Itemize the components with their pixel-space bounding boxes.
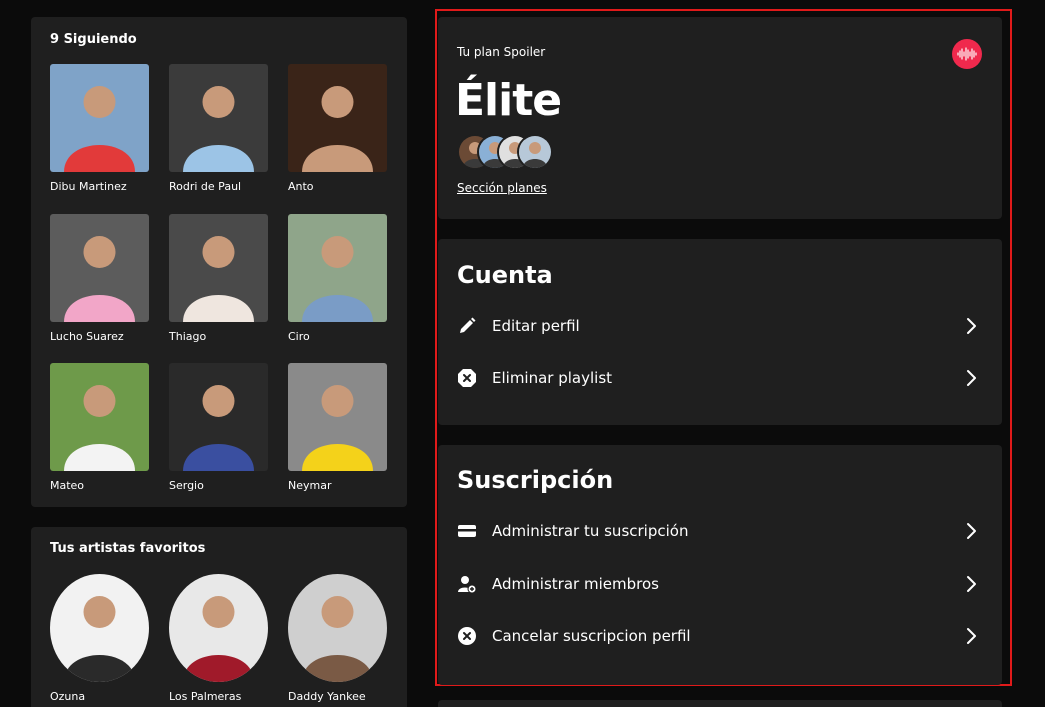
plan-label: Tu plan Spoiler (457, 45, 546, 59)
manage-members-row[interactable]: Administrar miembros (438, 564, 1002, 604)
profile-photo (288, 214, 387, 322)
chevron-right-icon (967, 318, 976, 334)
plan-card: Tu plan Spoiler Élite Sección planes (438, 17, 1002, 219)
following-card: 9 Siguiendo Dibu Martinez Rodri de Paul … (31, 17, 407, 507)
chevron-right-icon (967, 523, 976, 539)
following-item[interactable]: Thiago (169, 214, 268, 343)
artist-item[interactable]: Los Palmeras (169, 574, 268, 703)
following-name: Neymar (288, 479, 332, 492)
close-circle-icon (457, 626, 477, 646)
account-title: Cuenta (457, 261, 553, 289)
artist-photo (50, 574, 149, 682)
following-name: Sergio (169, 479, 204, 492)
delete-playlist-label: Eliminar playlist (492, 369, 613, 387)
favorite-artists-title: Tus artistas favoritos (50, 541, 206, 556)
plans-section-link[interactable]: Sección planes (457, 181, 547, 195)
edit-profile-row[interactable]: Editar perfil (438, 306, 1002, 346)
artist-photo (288, 574, 387, 682)
artist-name: Los Palmeras (169, 690, 242, 703)
chevron-right-icon (967, 628, 976, 644)
following-item[interactable]: Anto (288, 64, 387, 193)
favorite-artists-card: Tus artistas favoritos Ozuna Los Palmera… (31, 527, 407, 707)
artist-item[interactable]: Ozuna (50, 574, 149, 703)
artist-item[interactable]: Daddy Yankee (288, 574, 387, 703)
following-name: Ciro (288, 330, 310, 343)
following-name: Rodri de Paul (169, 180, 242, 193)
add-user-icon (457, 574, 477, 594)
plan-name: Élite (455, 75, 562, 126)
artist-photo (169, 574, 268, 682)
delete-playlist-row[interactable]: Eliminar playlist (438, 358, 1002, 398)
following-item[interactable]: Rodri de Paul (169, 64, 268, 193)
following-item[interactable]: Neymar (288, 363, 387, 492)
following-name: Mateo (50, 479, 85, 492)
cancel-subscription-row[interactable]: Cancelar suscripcion perfil (438, 616, 1002, 656)
close-octagon-icon (457, 368, 477, 388)
manage-subscription-row[interactable]: Administrar tu suscripción (438, 511, 1002, 551)
following-item[interactable]: Sergio (169, 363, 268, 492)
account-card: Cuenta Editar perfil Eliminar playlist (438, 239, 1002, 425)
following-name: Anto (288, 180, 314, 193)
following-name: Thiago (169, 330, 207, 343)
profile-photo (288, 64, 387, 172)
cancel-subscription-label: Cancelar suscripcion perfil (492, 627, 691, 645)
profile-photo (50, 363, 149, 471)
chevron-right-icon (967, 576, 976, 592)
following-item[interactable]: Dibu Martinez (50, 64, 149, 193)
artist-name: Daddy Yankee (288, 690, 366, 703)
following-name: Dibu Martinez (50, 180, 127, 193)
member-avatar (517, 134, 553, 170)
next-card (438, 700, 1002, 707)
pencil-icon (457, 316, 477, 336)
profile-photo (169, 363, 268, 471)
chevron-right-icon (967, 370, 976, 386)
subscription-card: Suscripción Administrar tu suscripción A… (438, 445, 1002, 685)
following-item[interactable]: Ciro (288, 214, 387, 343)
card-icon (457, 521, 477, 541)
manage-members-label: Administrar miembros (492, 575, 659, 593)
subscription-title: Suscripción (457, 466, 614, 494)
following-item[interactable]: Lucho Suarez (50, 214, 149, 343)
artist-name: Ozuna (50, 690, 86, 703)
following-title: 9 Siguiendo (50, 32, 137, 47)
profile-photo (50, 64, 149, 172)
following-grid: Dibu Martinez Rodri de Paul Anto Lucho S… (50, 64, 390, 492)
audio-wave-icon (952, 39, 982, 69)
following-item[interactable]: Mateo (50, 363, 149, 492)
profile-photo (50, 214, 149, 322)
profile-photo (169, 64, 268, 172)
manage-subscription-label: Administrar tu suscripción (492, 522, 689, 540)
following-name: Lucho Suarez (50, 330, 124, 343)
profile-photo (169, 214, 268, 322)
edit-profile-label: Editar perfil (492, 317, 580, 335)
profile-photo (288, 363, 387, 471)
